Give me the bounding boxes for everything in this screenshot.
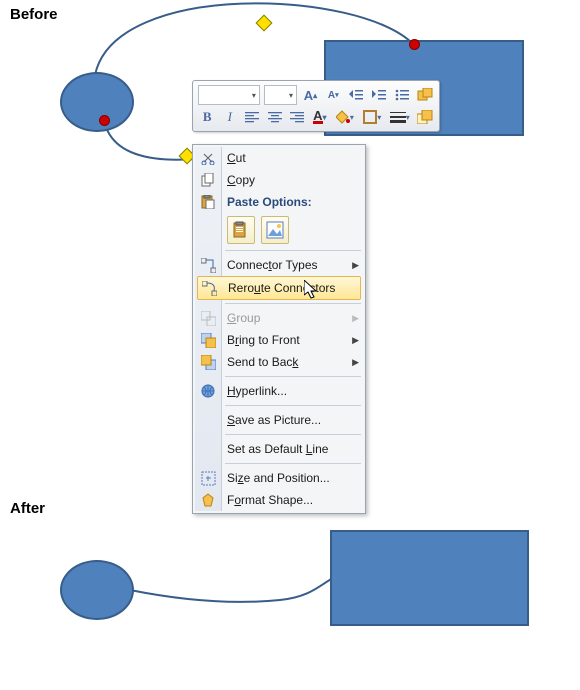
menu-copy-label: Copy (227, 173, 255, 187)
connector-endpoint-top[interactable] (409, 39, 420, 50)
paste-keep-source-button[interactable] (227, 216, 255, 244)
group-icon (199, 309, 217, 327)
shrink-font-button[interactable]: A▾ (324, 84, 343, 106)
submenu-arrow-icon: ▶ (352, 335, 359, 346)
menu-cut[interactable]: Cut (195, 147, 363, 169)
menu-paste-options: Paste Options: (195, 191, 363, 213)
decrease-indent-button[interactable] (347, 84, 366, 106)
paste-icon (199, 193, 217, 211)
menu-group: Group ▶ (195, 307, 363, 329)
after-rectangle-shape[interactable] (330, 530, 529, 626)
italic-button[interactable]: I (221, 106, 240, 128)
bring-to-front-icon (199, 331, 217, 349)
menu-format-shape-label: Format Shape... (227, 493, 313, 507)
line-weight-button[interactable]: ▾ (388, 106, 411, 128)
size-position-icon (199, 469, 217, 487)
font-family-combo[interactable]: ▾ (198, 85, 260, 105)
menu-copy[interactable]: Copy (195, 169, 363, 191)
menu-format-shape[interactable]: Format Shape... (195, 489, 363, 511)
submenu-arrow-icon: ▶ (352, 313, 359, 324)
increase-indent-button[interactable] (370, 84, 389, 106)
menu-paste-options-label: Paste Options: (227, 195, 312, 209)
menu-set-as-default-line-label: Set as Default Line (227, 442, 328, 456)
connector-endpoint-bottom[interactable] (99, 115, 110, 126)
menu-bring-to-front-label: Bring to Front (227, 333, 300, 347)
grow-font-button[interactable]: A▴ (301, 84, 320, 106)
send-to-back-icon (199, 353, 217, 371)
menu-connector-types[interactable]: Connector Types ▶ (195, 254, 363, 276)
mouse-cursor-icon (304, 280, 320, 302)
menu-size-and-position-label: Size and Position... (227, 471, 330, 485)
menu-reroute-connectors[interactable]: Reroute Connectors (197, 276, 361, 300)
align-right-button[interactable] (288, 106, 307, 128)
menu-group-label: Group (227, 311, 260, 325)
menu-connector-types-label: Connector Types (227, 258, 318, 272)
hyperlink-icon (199, 382, 217, 400)
arrange-button[interactable] (416, 106, 435, 128)
paste-picture-button[interactable] (261, 216, 289, 244)
context-menu: Cut Copy Paste Options: Connector Types … (192, 144, 366, 514)
menu-cut-label: Cut (227, 151, 246, 165)
align-left-button[interactable] (243, 106, 262, 128)
font-size-combo[interactable]: ▾ (264, 85, 297, 105)
submenu-arrow-icon: ▶ (352, 357, 359, 368)
menu-save-as-picture-label: Save as Picture... (227, 413, 321, 427)
shapes-gallery-button[interactable] (415, 84, 434, 106)
menu-bring-to-front[interactable]: Bring to Front ▶ (195, 329, 363, 351)
reroute-connectors-icon (200, 279, 218, 297)
shape-fill-button[interactable]: ▾ (333, 106, 356, 128)
shape-outline-button[interactable]: ▾ (361, 106, 384, 128)
menu-size-and-position[interactable]: Size and Position... (195, 467, 363, 489)
connector-types-icon (199, 256, 217, 274)
menu-hyperlink-label: Hyperlink... (227, 384, 287, 398)
cut-icon (199, 149, 217, 167)
menu-hyperlink[interactable]: Hyperlink... (195, 380, 363, 402)
menu-send-to-back[interactable]: Send to Back ▶ (195, 351, 363, 373)
bold-button[interactable]: B (198, 106, 217, 128)
menu-save-as-picture[interactable]: Save as Picture... (195, 409, 363, 431)
bullets-button[interactable] (392, 84, 411, 106)
menu-set-as-default-line[interactable]: Set as Default Line (195, 438, 363, 460)
submenu-arrow-icon: ▶ (352, 260, 359, 271)
align-center-button[interactable] (266, 106, 285, 128)
menu-send-to-back-label: Send to Back (227, 355, 298, 369)
copy-icon (199, 171, 217, 189)
font-color-button[interactable]: A▾ (311, 106, 330, 128)
after-ellipse-shape[interactable] (60, 560, 134, 620)
mini-toolbar: ▾ ▾ A▴ A▾ B I A▾ ▾ (192, 80, 440, 132)
format-shape-icon (199, 491, 217, 509)
